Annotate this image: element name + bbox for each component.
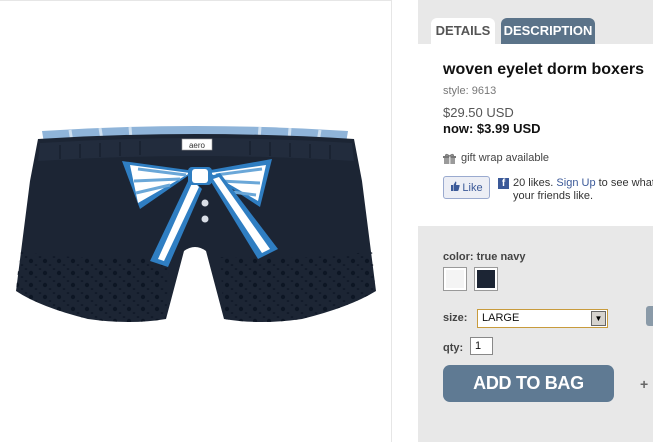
size-value: LARGE <box>482 312 520 324</box>
tab-description[interactable]: DESCRIPTION <box>501 18 595 44</box>
facebook-like-button[interactable]: Like <box>443 176 490 199</box>
purchase-options: color: true navy size: LARGE ▼ qty: 1 AD… <box>418 226 653 442</box>
product-title: woven eyelet dorm boxers <box>443 61 644 78</box>
swatch-white[interactable] <box>443 267 467 291</box>
signup-link[interactable]: Sign Up <box>556 177 595 189</box>
likes-text: 20 likes. Sign Up to see what your frien… <box>513 177 653 203</box>
color-label: color: true navy <box>443 251 526 263</box>
sale-price: now: $3.99 USD <box>443 121 541 136</box>
tabs-bar: DETAILS DESCRIPTION <box>418 0 653 44</box>
likes-count: 20 likes. <box>513 177 554 189</box>
brand-label: aero <box>189 141 206 150</box>
add-to-bag-button[interactable]: ADD TO BAG <box>443 365 614 402</box>
product-style: style: 9613 <box>443 85 497 97</box>
size-label: size: <box>443 312 468 324</box>
product-page: aero DETAILS DESCRIPTION woven eyelet do… <box>0 0 653 442</box>
product-info: woven eyelet dorm boxers style: 9613 $29… <box>418 44 653 220</box>
swatch-white-color <box>446 270 464 288</box>
size-select[interactable]: LARGE ▼ <box>477 309 608 328</box>
swatch-navy-color <box>477 270 495 288</box>
product-image: aero <box>16 126 376 322</box>
original-price: $29.50 USD <box>443 105 514 120</box>
gift-icon <box>443 153 456 164</box>
dropdown-arrow-icon[interactable]: ▼ <box>591 311 606 326</box>
facebook-icon: f <box>498 178 509 189</box>
swatch-true-navy[interactable] <box>474 267 498 291</box>
gift-wrap-label: gift wrap available <box>461 152 550 164</box>
plus-icon[interactable]: + <box>640 376 648 392</box>
side-tab[interactable] <box>646 306 653 326</box>
product-image-panel: aero <box>0 0 392 442</box>
qty-input[interactable]: 1 <box>470 337 493 355</box>
tab-details[interactable]: DETAILS <box>431 18 495 44</box>
qty-label: qty: <box>443 342 464 354</box>
gift-wrap-note: gift wrap available <box>443 152 549 164</box>
thumbs-up-icon <box>450 181 461 194</box>
like-label: Like <box>462 181 483 194</box>
